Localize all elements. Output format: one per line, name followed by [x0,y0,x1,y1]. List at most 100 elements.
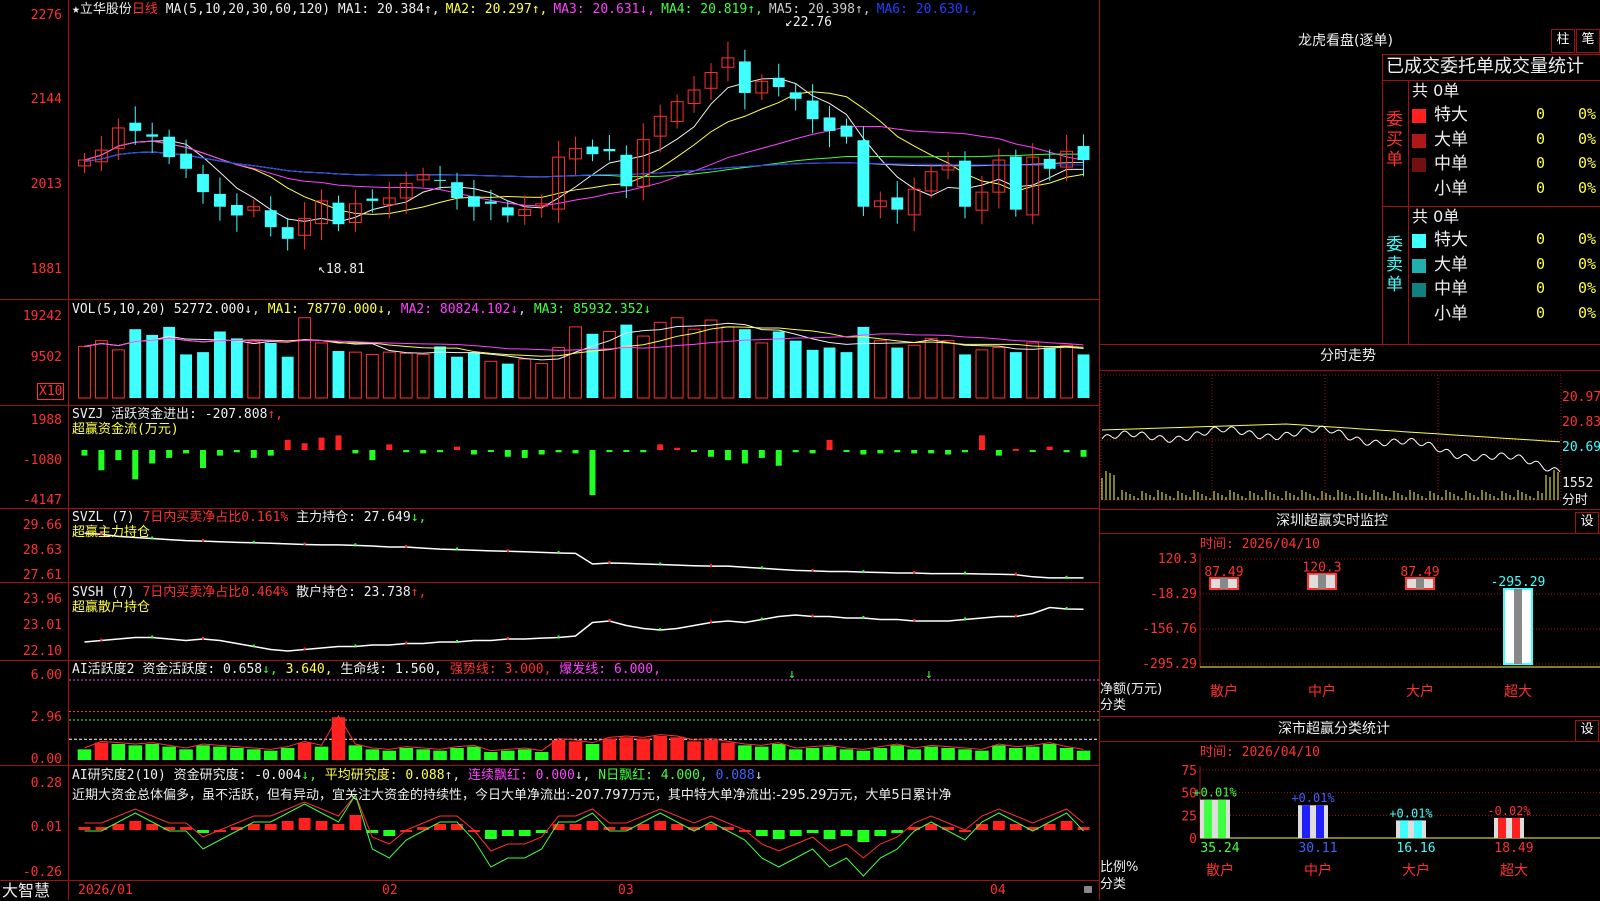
monitor-bar-stripe [1318,573,1326,589]
dragon-title: 龙虎看盘(逐单) [1298,33,1393,49]
stats-axis-label: 25 [1181,809,1197,824]
ai-active-bar [111,744,126,760]
volume-bar [230,338,243,398]
ai-active-bar [1009,748,1023,760]
ai-active-bar [534,752,549,760]
svzl-line-tick [964,571,966,575]
volume-bar [365,353,379,399]
ai-research-bar [654,821,667,830]
monitor-cat-label: 分类 [1100,698,1127,713]
buy-side-label: 委买单 [1386,110,1403,170]
vol-ma1: MA1: 78770.000↓ [267,302,386,317]
intraday-vol-unit: 分时 [1562,493,1589,508]
svzj-bar [403,450,410,453]
ai-research-axis-1: 0.28 [30,776,62,791]
order-type-label: 特大 [1434,105,1468,125]
tab-bar-view[interactable]: 柱 [1551,29,1575,53]
lock-icon[interactable] [1084,886,1092,893]
ai-active-bar [1059,748,1074,760]
ai-active-bar [738,745,752,760]
ai-research-bar [332,824,345,830]
intraday-chart[interactable] [1100,370,1600,510]
monitor-cat-name: 超大 [1504,684,1532,700]
svsh-axis-3: 22.10 [22,644,62,659]
volume-bar [789,340,802,398]
monitor-bar-group [1503,588,1533,665]
ai-active-label: 资金活跃度: 0.658 [142,662,263,677]
svzj-bar [420,450,427,454]
volume-bar [348,351,362,399]
candle-down [1043,158,1056,169]
volume-bar [298,317,312,399]
favorite-star-icon[interactable]: ★ [72,2,80,17]
brand-label: 大智慧 [2,881,51,900]
volume-bar [468,352,480,398]
ai-research-bar [366,830,379,833]
volume-bar [992,347,1006,399]
ai-active-bar [348,745,363,760]
svzj-bar [809,450,816,454]
svzj-bar [843,450,850,452]
volume-bar [94,340,108,399]
svsh-line-tick [506,637,509,640]
ai-active-bar [484,752,498,760]
signal-arrow: ↓ [925,667,933,682]
legend-swatch [1412,234,1426,248]
stats-bar-change: +0.01% [1291,791,1335,805]
svzl-arrow: ↓, [410,510,427,525]
candle-down [1009,156,1022,210]
ai-research-bar [1043,824,1056,830]
ai-research-header: AI研究度2(10) 资金研究度: -0.004↓, 平均研究度: 0.088↑… [72,768,763,783]
ai-research-bar [180,827,192,830]
main-chart-area[interactable]: ↓ ↓ ★立华股份日线 MA(5,10,20,30,60,120) MA1: 20… [0,0,1100,900]
candle-down [197,174,209,193]
period-label[interactable]: 日线 [132,2,158,17]
monitor-cat-name: 中户 [1308,683,1336,700]
order-count: 0 [1536,154,1546,172]
stats-bar-stripe [1414,820,1422,838]
order-count: 0 [1536,178,1546,197]
ai-research-note: 近期大资金总体偏多，虽不活跃，但有异动，宜关注大资金的持续性，今日大单净流出:-… [72,788,952,803]
ai-active-bar [670,737,684,760]
tab-tick-view[interactable]: 笔 [1576,29,1600,53]
ai-active-arrow: ↓, [262,662,278,677]
ai-research-bar [112,824,125,830]
volume-bar [129,329,142,398]
monitor-settings-button[interactable]: 设 [1575,512,1599,534]
ai-active-title: AI活跃度2 [72,662,135,677]
stats-bar-stripe [1316,805,1324,838]
ai-active-bar [128,745,143,760]
monitor-bar-value: -295.29 [1491,575,1546,590]
stats-cat-name: 散户 [1206,862,1234,879]
ai-active-v2: 3.640, [285,662,333,677]
stats-cat-name: 超大 [1500,863,1528,879]
ai-active-bar [941,748,955,760]
stats-cat-name: 大户 [1402,862,1430,879]
svzj-bar [708,450,714,457]
chart-canvas[interactable]: ↓ ↓ [0,0,1100,900]
vol-axis-2: 9502 [30,350,62,365]
legend-swatch [1412,307,1426,322]
ai-research-bar [1009,824,1022,830]
volume-bar [704,319,718,399]
svzj-bar [877,450,884,454]
stats-settings-button[interactable]: 设 [1575,720,1599,742]
volume-bar [197,352,209,398]
svzj-bar [149,450,156,464]
ai-active-bar [619,737,634,760]
svzl-line-tick [252,540,255,544]
legend-swatch [1412,182,1426,197]
svzj-bar [81,450,88,456]
svzj-bar [437,450,444,453]
svzl-line-tick [1014,572,1017,576]
ai-active-bar [1042,744,1057,760]
ai-active-bar [907,749,921,760]
ai-active-bar [873,748,888,760]
svzj-bar [250,450,257,458]
svsh-position: 散户持仓: 23.738 [296,585,411,600]
svzj-bar [623,450,630,452]
svzj-bar [115,450,122,461]
monitor-bar-stripe [1514,589,1522,664]
order-type-label: 特大 [1434,230,1468,250]
vol-ma3: MA3: 85932.352↓ [533,302,652,317]
